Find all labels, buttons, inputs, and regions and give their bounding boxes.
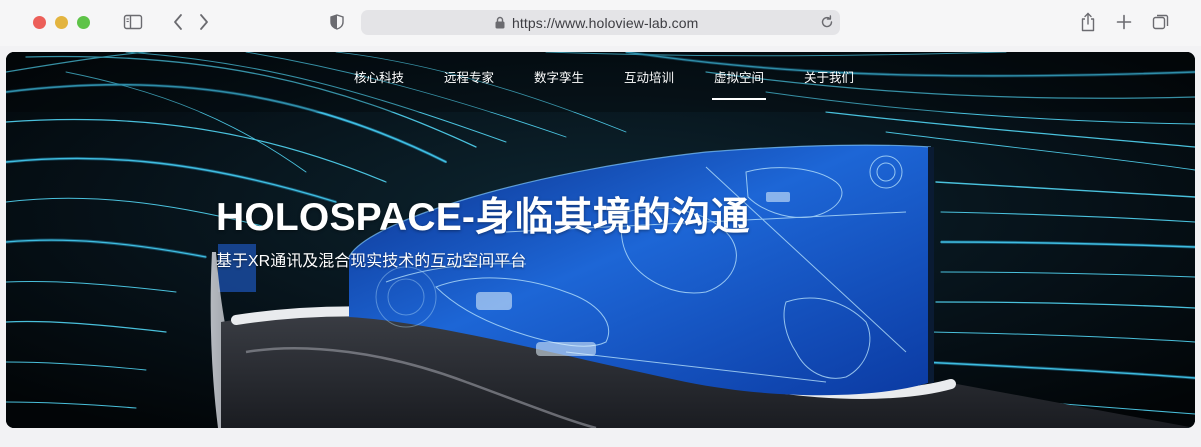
url-text: https://www.holoview-lab.com [512, 15, 699, 31]
reload-icon[interactable] [819, 14, 835, 30]
nav-item-virtual-space[interactable]: 虚拟空间 [711, 67, 767, 100]
zoom-window-button[interactable] [77, 16, 90, 29]
lock-icon [495, 16, 505, 29]
sidebar-toggle-icon[interactable] [123, 13, 143, 31]
main-nav: 核心科技 远程专家 数字孪生 互动培训 虚拟空间 关于我们 [6, 67, 1195, 101]
new-tab-plus-icon[interactable] [1115, 12, 1133, 32]
privacy-shield-icon[interactable] [329, 12, 345, 32]
forward-chevron-icon[interactable] [196, 12, 212, 32]
close-window-button[interactable] [33, 16, 46, 29]
browser-toolbar: https://www.holoview-lab.com [0, 0, 1201, 46]
hero-title: HOLOSPACE-身临其境的沟通 [216, 196, 750, 239]
back-chevron-icon[interactable] [170, 12, 186, 32]
share-icon[interactable] [1079, 11, 1097, 33]
web-page: 核心科技 远程专家 数字孪生 互动培训 虚拟空间 关于我们 HOLOSPACE-… [6, 52, 1195, 428]
nav-item-interactive-training[interactable]: 互动培训 [624, 67, 674, 86]
nav-item-core-tech[interactable]: 核心科技 [354, 67, 404, 86]
nav-item-remote-expert[interactable]: 远程专家 [444, 67, 494, 86]
nav-item-about-us[interactable]: 关于我们 [804, 67, 854, 86]
tab-overview-icon[interactable] [1151, 12, 1171, 32]
nav-item-digital-twin[interactable]: 数字孪生 [534, 67, 584, 86]
address-bar[interactable]: https://www.holoview-lab.com [361, 10, 840, 35]
minimize-window-button[interactable] [55, 16, 68, 29]
hero-subtitle: 基于XR通讯及混合现实技术的互动空间平台 [216, 253, 527, 270]
